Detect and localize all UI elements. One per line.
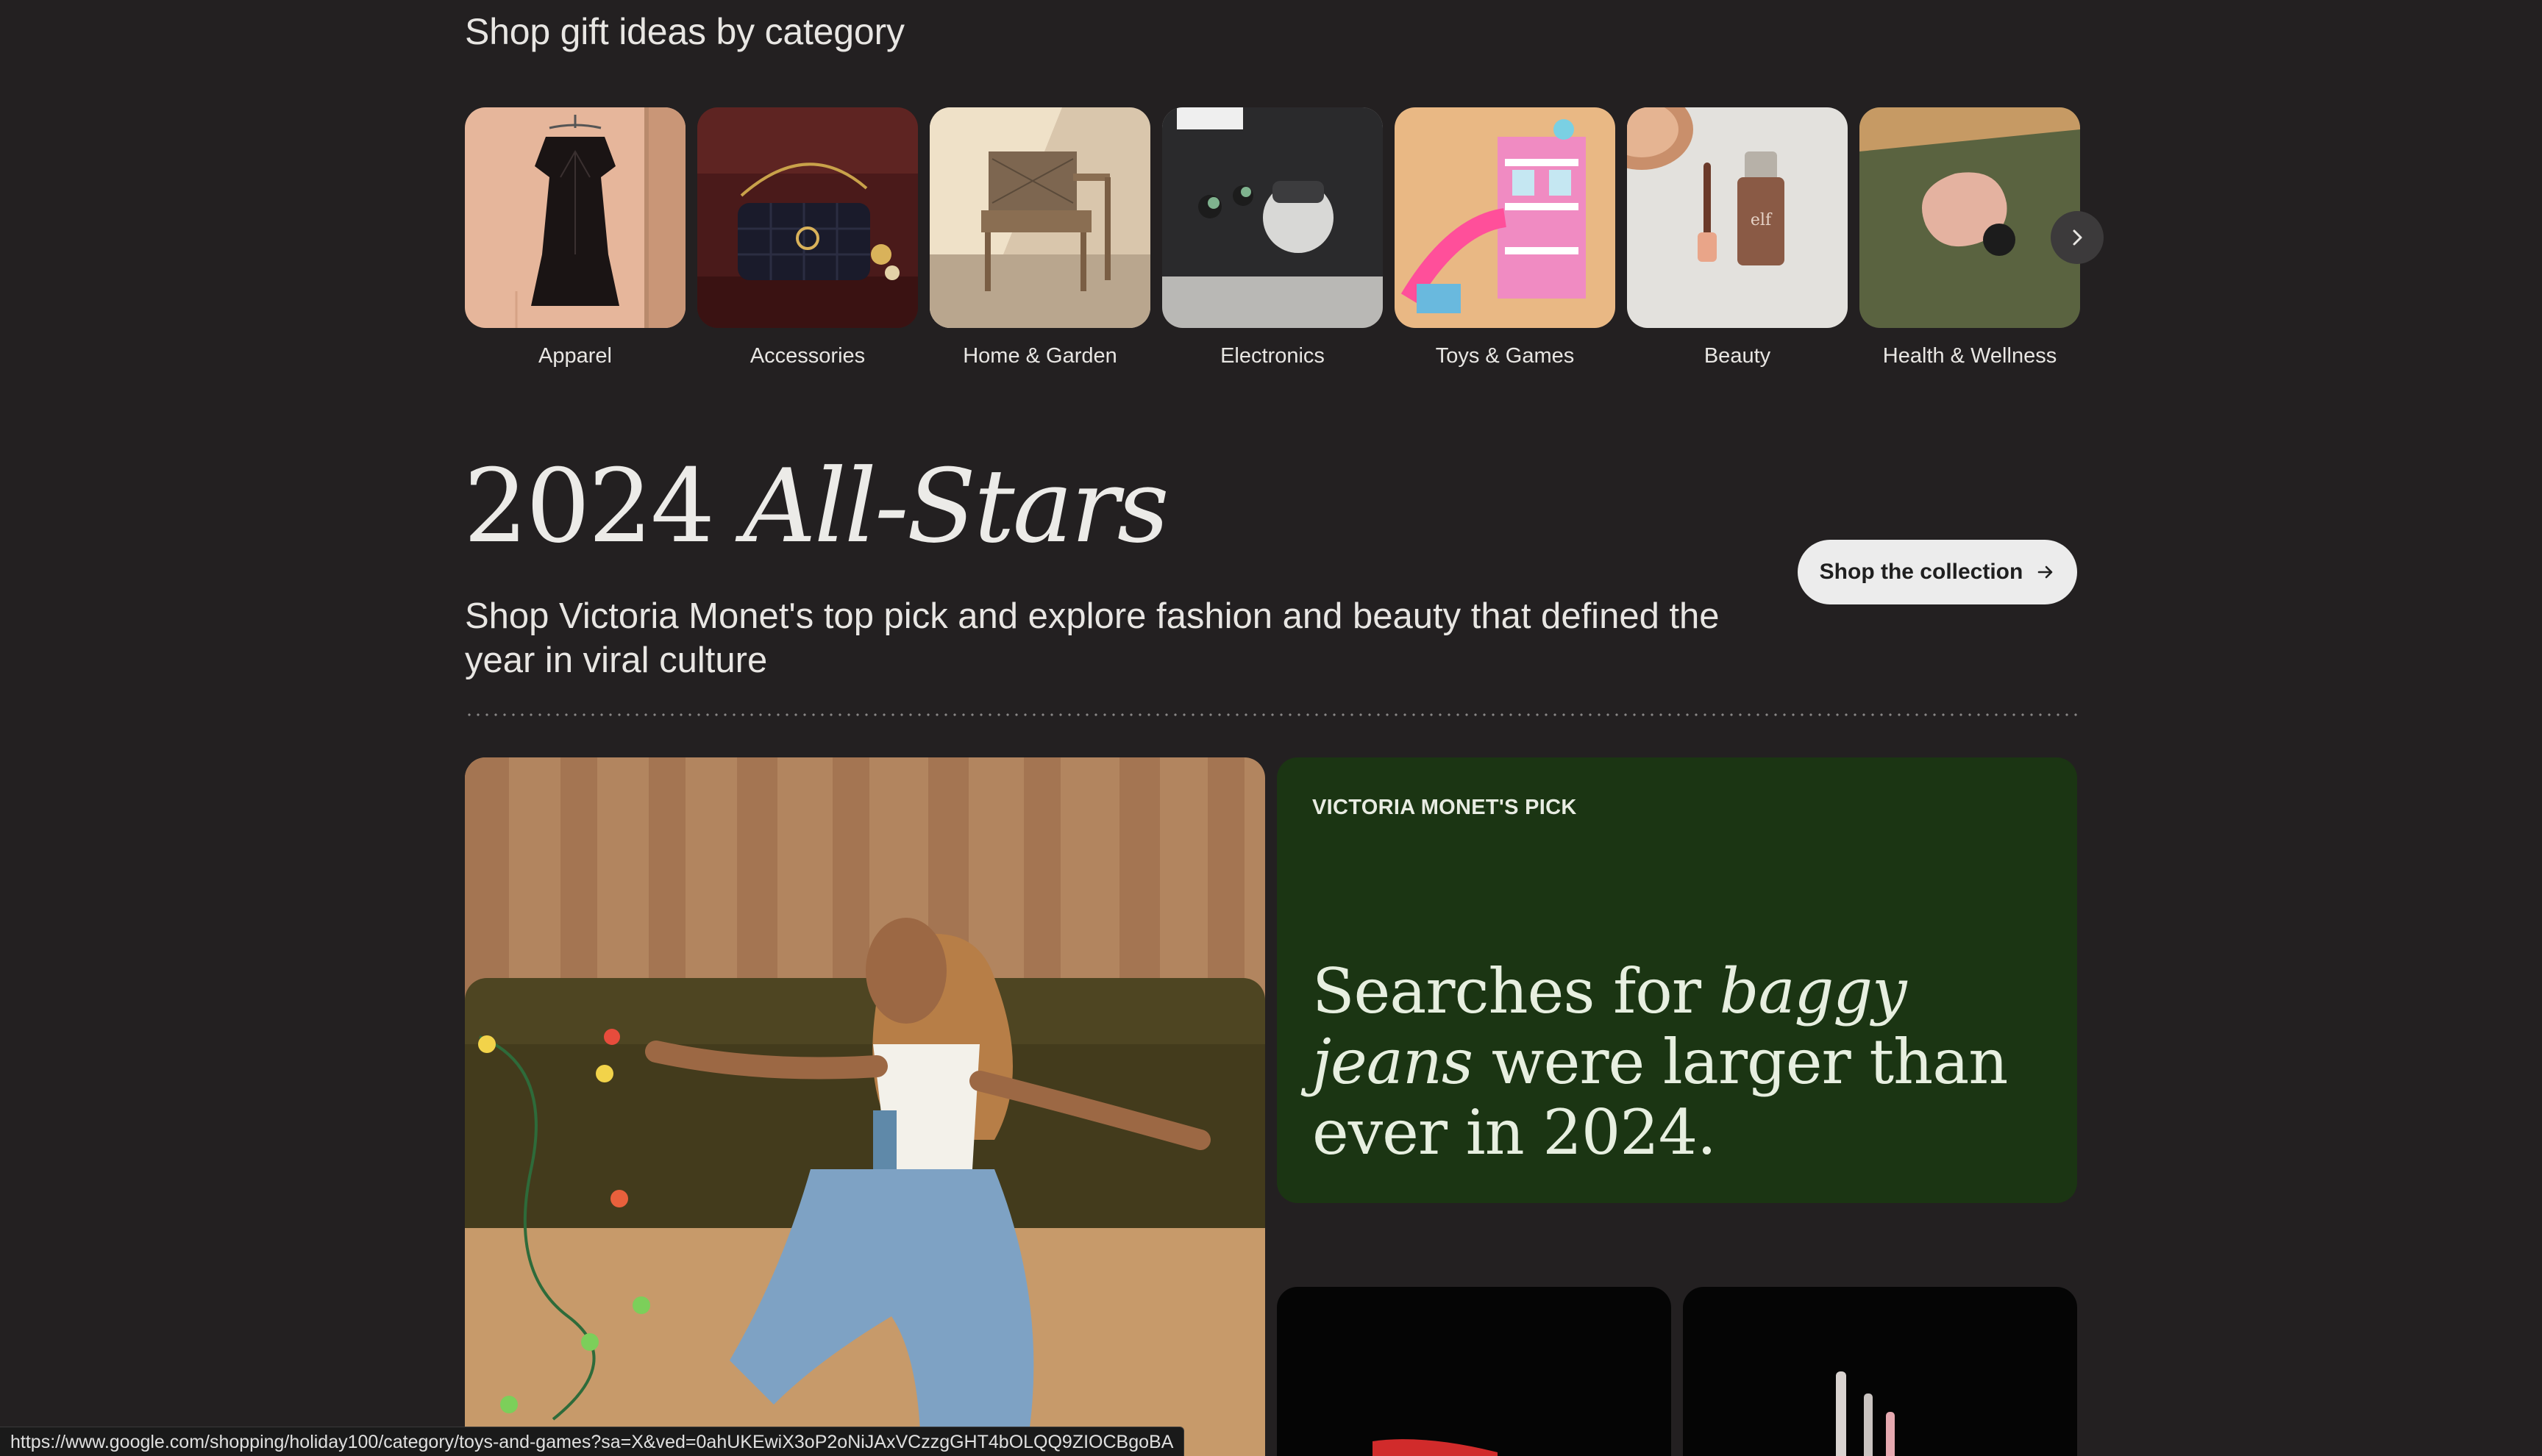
category-tile-home-garden[interactable]: Home & Garden [930,107,1150,368]
apparel-image [465,107,686,328]
category-label: Health & Wellness [1882,344,2057,368]
category-label: Beauty [1703,344,1771,368]
health-wellness-image [1859,107,2080,328]
svg-text:elf: elf [1751,211,1773,229]
beauty-image: elf [1627,107,1848,328]
category-label: Toys & Games [1435,344,1575,368]
chevron-right-icon [2073,229,2082,246]
arrow-right-icon [2038,565,2053,579]
carousel-next-button[interactable] [2051,211,2104,264]
category-tile-beauty[interactable]: elf Beauty [1627,107,1848,368]
pick-card[interactable]: VICTORIA MONET'S PICK Searches for baggy… [1277,757,2077,1203]
page: Shop gift ideas by category Apparel Acce… [0,0,2542,1456]
shop-collection-label: Shop the collection [1819,560,2023,584]
accessories-image [697,107,918,328]
category-label: Accessories [750,344,866,368]
toys-games-image [1395,107,1615,328]
category-carousel: Apparel Accessories Home & Garden Electr… [465,107,2080,379]
feature-photo[interactable] [465,757,1265,1456]
category-label: Electronics [1220,344,1325,368]
status-bar-url: https://www.google.com/shopping/holiday1… [0,1427,1185,1456]
category-tile-toys-games[interactable]: Toys & Games [1395,107,1615,368]
category-label: Home & Garden [963,344,1117,368]
all-stars-title: 2024 All-Stars [463,456,1169,557]
product-card[interactable] [1277,1287,1671,1456]
dotted-divider [465,713,2077,716]
pick-card-text: Searches for baggy jeans were larger tha… [1312,956,2048,1168]
category-tile-accessories[interactable]: Accessories [697,107,918,368]
electronics-image [1162,107,1383,328]
pick-text-before: Searches for [1312,955,1720,1027]
all-stars-title-year: 2024 [463,447,715,565]
shop-collection-button[interactable]: Shop the collection [1798,540,2077,604]
category-section-heading: Shop gift ideas by category [465,11,905,52]
category-tile-electronics[interactable]: Electronics [1162,107,1383,368]
product-card[interactable] [1683,1287,2077,1456]
all-stars-subtitle: Shop Victoria Monet's top pick and explo… [465,596,1720,680]
category-tile-apparel[interactable]: Apparel [465,107,686,368]
all-stars-title-italic: All-Stars [743,447,1169,565]
category-tile-health-wellness[interactable]: Health & Wellness [1859,107,2080,368]
category-label: Apparel [538,344,612,368]
home-garden-image [930,107,1150,328]
pick-card-label: VICTORIA MONET'S PICK [1312,796,1577,819]
